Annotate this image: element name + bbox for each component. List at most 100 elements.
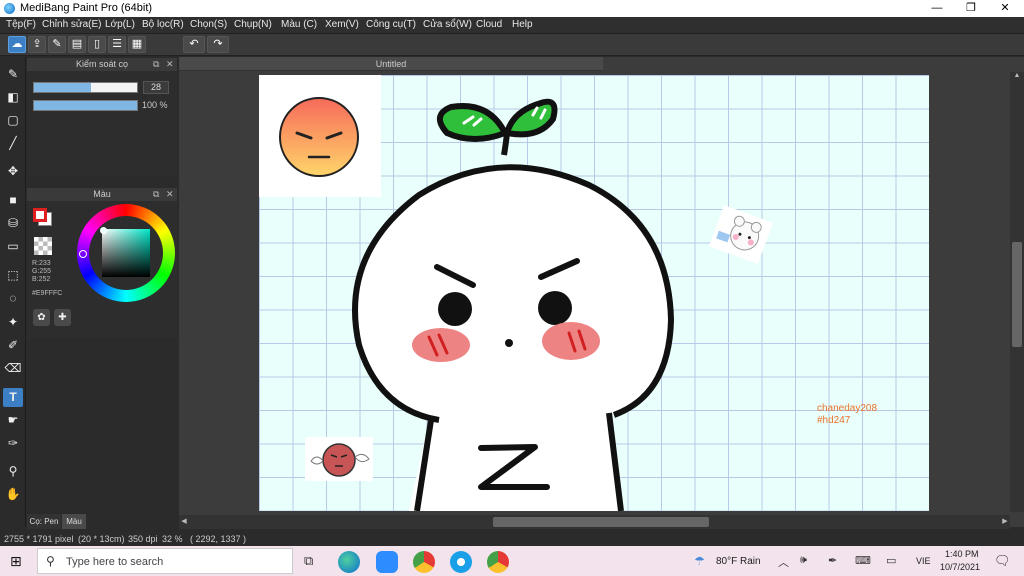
foreground-color-swatch[interactable]	[33, 208, 47, 222]
angry-ball-sticker	[305, 437, 373, 481]
vertical-scrollbar[interactable]: ▲	[1010, 72, 1024, 512]
message-icon[interactable]: ▤	[68, 36, 86, 53]
chrome-profile-icon[interactable]	[487, 551, 509, 573]
brush-size-value[interactable]: 28	[143, 81, 169, 94]
tab-brush[interactable]: Cọ: Pen	[27, 514, 61, 529]
select-eraser-icon[interactable]: ⌫	[3, 359, 23, 378]
clock-date[interactable]: 10/7/2021	[940, 562, 980, 572]
operation-tool-icon[interactable]: ☛	[3, 411, 23, 430]
search-box[interactable]: ⚲ Type here to search	[37, 548, 293, 574]
pen-icon[interactable]: ✒	[828, 554, 837, 567]
status-bar: 2755 * 1791 pixel (20 * 13cm) 350 dpi 32…	[0, 531, 1024, 546]
undo-icon[interactable]: ↶	[183, 36, 205, 53]
character-head-fill	[355, 167, 671, 511]
menu-tools[interactable]: Công cụ(T)	[366, 19, 416, 30]
menu-select[interactable]: Chọn(S)	[190, 19, 227, 30]
volume-icon[interactable]: 🕪	[800, 554, 807, 567]
brush-opacity-slider[interactable]	[33, 100, 138, 111]
search-icon: ⚲	[46, 554, 55, 568]
page-icon[interactable]: ▯	[88, 36, 106, 53]
brush-tool-icon[interactable]: ✎	[3, 65, 23, 84]
brush-opacity-fill	[34, 101, 137, 110]
menu-cloud[interactable]: Cloud	[476, 19, 502, 30]
tray-chevron-icon[interactable]: ︿	[778, 554, 789, 570]
chrome-icon[interactable]	[413, 551, 435, 573]
panel-close-icon[interactable]: ✕	[166, 188, 174, 201]
comment-icon[interactable]: ✎	[48, 36, 66, 53]
lasso-tool-icon[interactable]: ◌	[3, 289, 23, 308]
gradient-tool-icon[interactable]: ▭	[3, 237, 23, 256]
window-title: MediBang Paint Pro (64bit)	[20, 2, 153, 14]
close-button[interactable]: ✕	[988, 0, 1022, 17]
right-eye	[538, 291, 572, 325]
dropper-tool-icon[interactable]: ✑	[3, 434, 23, 453]
palette-add-icon[interactable]: ✚	[54, 309, 71, 326]
menu-color[interactable]: Màu (C)	[281, 19, 317, 30]
tab-color[interactable]: Màu	[62, 514, 86, 529]
select-rect-icon[interactable]: ⬚	[3, 266, 23, 285]
clock-time[interactable]: 1:40 PM	[945, 549, 979, 559]
list-icon[interactable]: ☰	[108, 36, 126, 53]
select-pen-icon[interactable]: ✐	[3, 336, 23, 355]
keyboard-icon[interactable]: ⌨	[855, 554, 871, 567]
hue-marker	[79, 250, 87, 258]
document-tab[interactable]: Untitled	[179, 57, 603, 71]
menu-edit[interactable]: Chỉnh sửa(E)	[42, 19, 102, 30]
task-view-icon[interactable]: ⧉	[304, 553, 313, 569]
hand-tool-icon[interactable]: ✋	[3, 485, 23, 504]
medibang-icon[interactable]	[450, 551, 472, 573]
share-icon[interactable]: ⇪	[28, 36, 46, 53]
transparent-swatch[interactable]	[34, 237, 52, 255]
display-icon[interactable]: ▭	[886, 554, 896, 567]
text-tool-icon[interactable]: T	[3, 388, 23, 407]
menu-capture[interactable]: Chụp(N)	[234, 19, 272, 30]
brush-size-slider[interactable]	[33, 82, 138, 93]
hue-ring[interactable]	[77, 204, 175, 302]
menu-window[interactable]: Cửa sổ(W)	[423, 19, 472, 30]
shape-tool-icon[interactable]: ▢	[3, 111, 23, 130]
signature-line-2: #hd247	[817, 415, 851, 426]
zoom-icon[interactable]	[376, 551, 398, 573]
horizontal-scrollbar[interactable]: ◀ ▶	[179, 515, 1010, 529]
line-tool-icon[interactable]: ╱	[3, 134, 23, 153]
weather-icon: ☂	[694, 554, 705, 568]
minimize-button[interactable]: —	[920, 0, 954, 17]
left-blush	[412, 328, 470, 362]
grid-icon[interactable]: ▦	[128, 36, 146, 53]
menu-view[interactable]: Xem(V)	[325, 19, 359, 30]
menu-layer[interactable]: Lớp(L)	[105, 19, 135, 30]
red-value: R:233	[32, 260, 51, 267]
undock-icon[interactable]: ⧉	[153, 188, 159, 201]
magic-wand-icon[interactable]: ✦	[3, 313, 23, 332]
drawing-canvas[interactable]: chaneday208 #hd247	[259, 75, 929, 511]
weather-text[interactable]: 80°F Rain	[716, 556, 761, 567]
language-indicator[interactable]: VIE	[916, 556, 931, 566]
canvas-dpi: 350 dpi	[128, 534, 158, 544]
panel-close-icon[interactable]: ✕	[166, 58, 174, 71]
color-panel-header: Màu ⧉ ✕	[27, 188, 177, 201]
menu-help[interactable]: Help	[512, 19, 533, 30]
menu-file[interactable]: Tệp(F)	[6, 19, 36, 30]
scroll-up-icon[interactable]: ▲	[1010, 72, 1024, 82]
brush-control-panel: Kiểm soát cọ ⧉ ✕ 28 100 %	[27, 58, 177, 176]
eraser-tool-icon[interactable]: ◧	[3, 88, 23, 107]
cloud-icon[interactable]: ☁	[8, 36, 26, 53]
fill-shape-tool-icon[interactable]: ■	[3, 191, 23, 210]
move-tool-icon[interactable]: ✥	[3, 162, 23, 181]
menu-filter[interactable]: Bộ lọc(R)	[142, 19, 184, 30]
vertical-scroll-thumb[interactable]	[1012, 242, 1022, 347]
eyedropper-icon[interactable]: ⚲	[3, 462, 23, 481]
undock-icon[interactable]: ⧉	[153, 58, 159, 71]
horizontal-scroll-thumb[interactable]	[493, 517, 709, 527]
palette-icon[interactable]: ✿	[33, 309, 50, 326]
maximize-button[interactable]: ❐	[954, 0, 988, 17]
scroll-left-icon[interactable]: ◀	[179, 515, 189, 529]
scroll-right-icon[interactable]: ▶	[1000, 515, 1010, 529]
notification-icon[interactable]: 🗨	[994, 553, 1011, 569]
bucket-tool-icon[interactable]: ⛁	[3, 214, 23, 233]
edge-icon[interactable]	[338, 551, 360, 573]
windows-start-icon[interactable]: ⊞	[10, 554, 24, 568]
saturation-square[interactable]	[102, 229, 150, 277]
redo-icon[interactable]: ↷	[207, 36, 229, 53]
left-eye	[438, 292, 472, 326]
